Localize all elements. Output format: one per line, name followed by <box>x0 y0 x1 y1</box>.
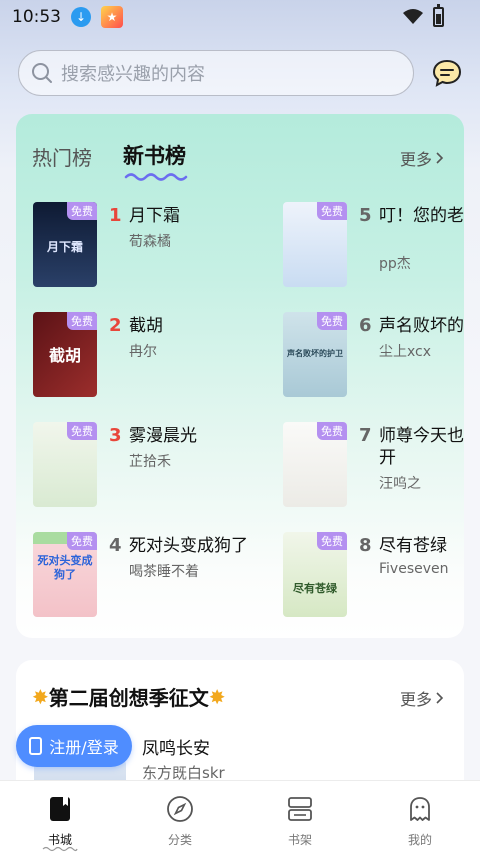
book-cover: 声名败坏的护卫 免费 <box>283 312 347 397</box>
ghost-profile-icon <box>410 797 430 821</box>
chevron-right-icon <box>436 152 444 164</box>
book-author: 冉尔 <box>129 344 157 360</box>
free-badge: 免费 <box>317 312 347 330</box>
book-item[interactable]: 截胡 免费 2 截胡 冉尔 <box>33 312 283 402</box>
book-author: 喝茶睡不着 <box>129 564 199 580</box>
book-author: 尘上xcx <box>379 344 432 360</box>
book-title: 声名败坏的护卫 <box>379 316 464 336</box>
book-item[interactable]: 尽有苍绿 免费 8 尽有苍绿 Fiveseven <box>283 532 464 622</box>
chevron-right-icon <box>436 692 444 704</box>
book-city-icon <box>50 797 70 821</box>
app-notification-icon: ★ <box>101 6 123 28</box>
active-tab-indicator <box>124 173 188 181</box>
nav-item-bookshelf[interactable]: 书架 <box>240 781 360 854</box>
nav-label: 我的 <box>407 833 432 847</box>
nav-item-category[interactable]: 分类 <box>120 781 240 854</box>
phone-icon <box>29 737 43 755</box>
rank-number: 6 <box>359 315 372 336</box>
book-cover: 死对头变成狗了 免费 <box>33 532 97 617</box>
book-cover: 截胡 免费 <box>33 312 97 397</box>
book-cover: 免费 <box>283 202 347 287</box>
book-title: 师尊今天也想让徒儿走开 <box>379 426 464 468</box>
free-badge: 免费 <box>67 422 97 440</box>
star-icon: ✸ <box>208 684 226 709</box>
book-cover: 免费 <box>33 422 97 507</box>
login-label: 注册/登录 <box>49 738 119 757</box>
more-label: 更多 <box>399 690 432 709</box>
free-badge: 免费 <box>317 532 347 550</box>
search-row: 搜索感兴趣的内容 <box>18 50 462 96</box>
book-title: 截胡 <box>129 316 163 336</box>
contest-title-text: 第二届创想季征文 <box>48 686 209 710</box>
book-title: 月下霜 <box>129 206 180 226</box>
book-item[interactable]: 免费 7 师尊今天也想让徒儿走开 汪呜之 <box>283 422 464 512</box>
search-icon <box>32 63 52 83</box>
rank-number: 2 <box>109 315 122 336</box>
search-input[interactable]: 搜索感兴趣的内容 <box>18 50 414 96</box>
more-label: 更多 <box>399 150 432 169</box>
book-cover: 免费 <box>283 422 347 507</box>
free-badge: 免费 <box>317 202 347 220</box>
book-author: 荀森橘 <box>129 234 171 250</box>
ranking-card: 热门榜 新书榜 更多 月下霜 免费 1 月下霜 荀森橘 截胡 免费 2 截胡 冉… <box>16 114 464 638</box>
book-item[interactable]: 免费 5 叮！您的老婆已被签收 pp杰 <box>283 202 464 292</box>
nav-label: 分类 <box>167 833 192 847</box>
cover-title: 声名败坏的护卫 <box>287 349 343 358</box>
rank-number: 8 <box>359 535 372 556</box>
book-cover: 月下霜 免费 <box>33 202 97 287</box>
book-item[interactable]: 免费 3 雾漫晨光 芷拾禾 <box>33 422 283 512</box>
free-badge: 免费 <box>67 532 97 550</box>
nav-label: 书架 <box>287 833 312 847</box>
book-author: Fiveseven <box>379 561 449 577</box>
message-icon[interactable] <box>432 58 462 88</box>
tab-new-books[interactable]: 新书榜 <box>123 140 186 170</box>
contest-more-link[interactable]: 更多 <box>400 686 444 710</box>
book-title: 雾漫晨光 <box>129 426 197 446</box>
ranking-more-link[interactable]: 更多 <box>400 146 444 170</box>
register-login-button[interactable]: 注册/登录 <box>16 725 132 767</box>
rank-number: 3 <box>109 425 122 446</box>
bottom-nav: 书城 分类 书架 我的 <box>0 780 480 854</box>
nav-item-profile[interactable]: 我的 <box>360 781 480 854</box>
rank-number: 5 <box>359 205 372 226</box>
tab-hot-ranking[interactable]: 热门榜 <box>32 142 92 171</box>
book-author: 汪呜之 <box>379 476 421 492</box>
nav-item-book-city[interactable]: 书城 <box>0 781 120 854</box>
status-time: 10:53 <box>12 7 61 27</box>
cover-title: 月下霜 <box>46 240 83 254</box>
book-author: 芷拾禾 <box>129 454 171 470</box>
search-placeholder: 搜索感兴趣的内容 <box>61 64 205 85</box>
book-title: 死对头变成狗了 <box>129 536 248 556</box>
cover-title: 尽有苍绿 <box>293 582 337 595</box>
cover-title: 死对头变成狗了 <box>37 554 93 581</box>
free-badge: 免费 <box>67 312 97 330</box>
star-icon: ✸ <box>32 684 49 709</box>
free-badge: 免费 <box>317 422 347 440</box>
battery-icon <box>433 4 444 27</box>
book-author: pp杰 <box>379 256 411 272</box>
book-cover: 尽有苍绿 免费 <box>283 532 347 617</box>
compass-icon <box>167 796 193 822</box>
free-badge: 免费 <box>67 202 97 220</box>
book-item[interactable]: 月下霜 免费 1 月下霜 荀森橘 <box>33 202 283 292</box>
status-bar: 10:53 ↓ ★ <box>0 0 480 34</box>
bookshelf-icon <box>288 797 312 821</box>
contest-title: ✸ 第二届创想季征文 ✸ <box>32 682 226 711</box>
rank-number: 1 <box>109 205 122 226</box>
book-title: 叮！您的老婆已被签收 <box>379 206 464 226</box>
book-title: 尽有苍绿 <box>379 536 447 556</box>
rank-number: 4 <box>109 535 122 556</box>
active-nav-indicator <box>42 846 78 852</box>
book-title[interactable]: 凤鸣长安 <box>142 734 210 759</box>
wifi-icon <box>403 9 423 24</box>
rank-number: 7 <box>359 425 372 446</box>
cover-title: 截胡 <box>48 346 81 365</box>
download-icon: ↓ <box>71 7 91 27</box>
book-item[interactable]: 声名败坏的护卫 免费 6 声名败坏的护卫 尘上xcx <box>283 312 464 402</box>
book-item[interactable]: 死对头变成狗了 免费 4 死对头变成狗了 喝茶睡不着 <box>33 532 283 622</box>
